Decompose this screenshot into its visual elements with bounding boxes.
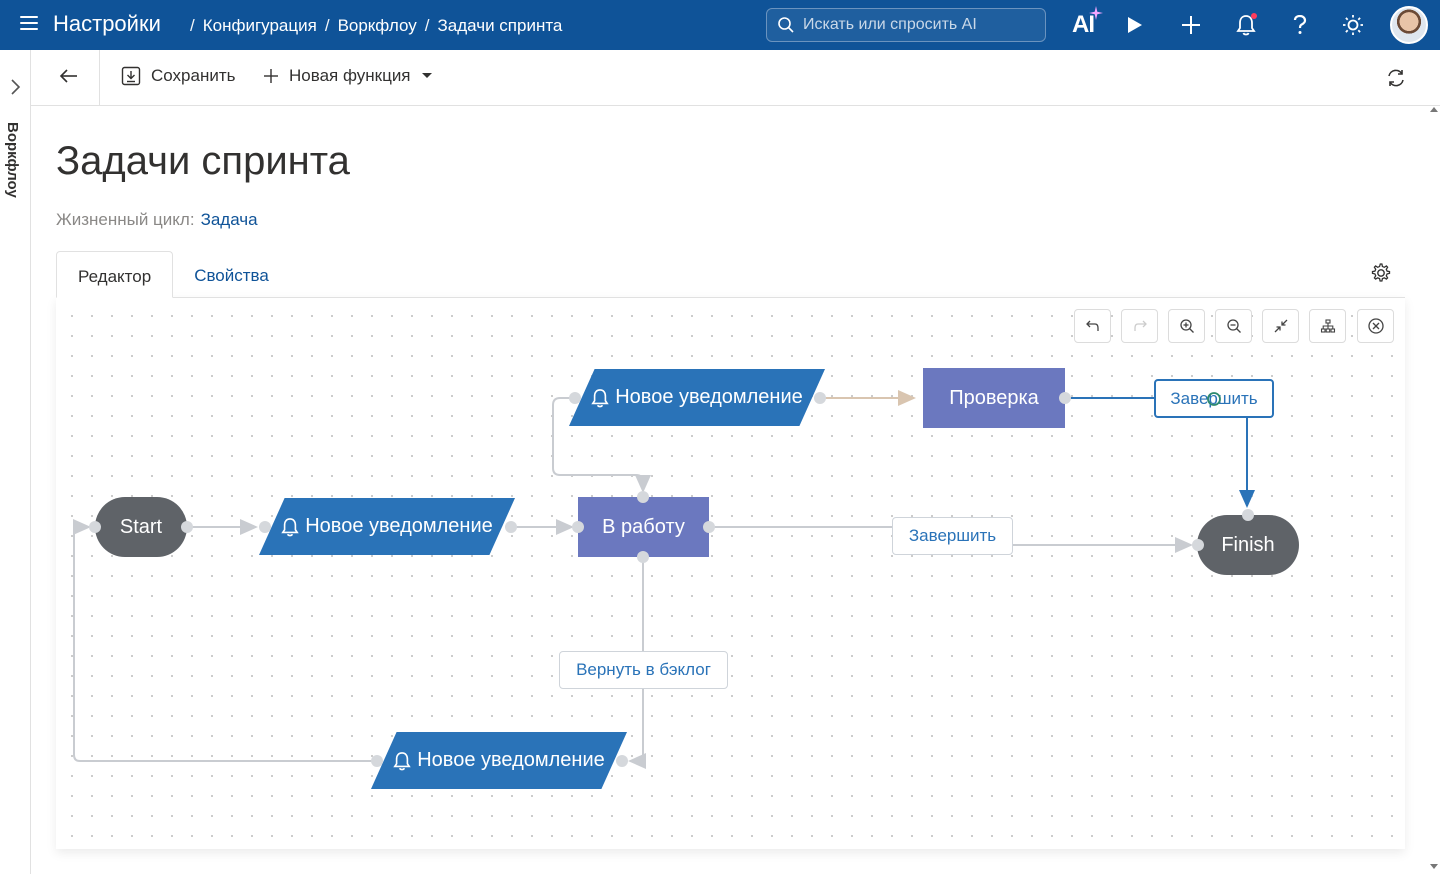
save-label: Сохранить — [151, 66, 236, 85]
notifications-button[interactable] — [1231, 10, 1261, 40]
command-bar: Сохранить Новая функция — [31, 50, 1440, 106]
connection-port[interactable] — [814, 392, 826, 404]
connection-port[interactable] — [569, 392, 581, 404]
cursor-icon — [1207, 392, 1221, 406]
node-label: Новое уведомление — [305, 515, 493, 537]
page-title: Задачи спринта — [56, 139, 350, 183]
start-node[interactable]: Start — [95, 497, 187, 557]
theme-toggle-button[interactable] — [1338, 10, 1368, 40]
ai-assistant-button[interactable]: AI — [1065, 6, 1103, 40]
connection-port[interactable] — [371, 755, 383, 767]
menu-icon[interactable] — [20, 16, 38, 34]
divider — [99, 50, 100, 105]
state-node-review[interactable]: Проверка — [923, 368, 1065, 428]
refresh-button[interactable] — [1386, 68, 1406, 93]
expand-sidebar-button[interactable] — [8, 78, 22, 101]
breadcrumb-separator: / — [190, 16, 195, 35]
notification-dot — [1251, 13, 1257, 19]
tab-bar: Редактор Свойства — [56, 251, 290, 298]
breadcrumb: / Конфигурация / Воркфлоу / Задачи сприн… — [190, 16, 562, 36]
help-button[interactable] — [1285, 10, 1315, 40]
save-icon — [121, 66, 141, 86]
connection-port[interactable] — [637, 551, 649, 563]
sidebar-label[interactable]: Воркфлоу — [4, 122, 21, 198]
refresh-icon — [1388, 69, 1404, 87]
connection-port[interactable] — [181, 521, 193, 533]
notification-node[interactable]: Новое уведомление — [569, 369, 825, 426]
run-button[interactable] — [1120, 10, 1150, 40]
lifecycle-label: Жизненный цикл: — [56, 210, 195, 229]
tab-properties[interactable]: Свойства — [173, 251, 290, 298]
connection-port[interactable] — [1242, 509, 1254, 521]
connection-port[interactable] — [637, 491, 649, 503]
notification-node[interactable]: Новое уведомление — [371, 732, 627, 789]
sun-icon — [1343, 15, 1363, 35]
workflow-canvas[interactable]: Start Новое уведомление Новое уведомлени… — [56, 297, 1405, 849]
top-header: Настройки / Конфигурация / Воркфлоу / За… — [0, 0, 1440, 50]
plus-icon — [1182, 16, 1200, 34]
node-label: В работу — [602, 515, 685, 538]
node-label: Finish — [1221, 533, 1275, 556]
transition-label-return-backlog[interactable]: Вернуть в бэклог — [559, 651, 728, 689]
search-icon — [778, 17, 794, 33]
new-function-button[interactable]: Новая функция — [263, 66, 433, 86]
transition-label-text: Завершить — [908, 526, 997, 545]
scroll-down-arrow[interactable] — [1430, 864, 1438, 869]
breadcrumb-separator: / — [324, 16, 330, 35]
bell-icon — [591, 388, 609, 407]
connection-port[interactable] — [259, 521, 271, 533]
app-title[interactable]: Настройки — [53, 11, 161, 37]
back-button[interactable] — [59, 66, 79, 91]
node-label: Start — [119, 515, 163, 538]
sparkle-icon — [1089, 6, 1103, 20]
connection-port[interactable] — [1192, 539, 1204, 551]
breadcrumb-item-workflow[interactable]: Воркфлоу — [338, 16, 417, 36]
editor-settings-button[interactable] — [1370, 262, 1392, 289]
bell-icon — [393, 751, 411, 770]
connection-port[interactable] — [572, 521, 584, 533]
breadcrumb-item-current: Задачи спринта — [437, 16, 563, 35]
scroll-up-arrow[interactable] — [1430, 107, 1438, 112]
connection-port[interactable] — [505, 521, 517, 533]
connector[interactable] — [628, 688, 646, 769]
breadcrumb-item-configuration[interactable]: Конфигурация — [203, 16, 317, 36]
left-sidebar-collapsed: Воркфлоу — [0, 50, 31, 874]
finish-node[interactable]: Finish — [1197, 515, 1299, 575]
connection-port[interactable] — [89, 521, 101, 533]
lifecycle-link[interactable]: Задача — [201, 210, 258, 229]
connection-port[interactable] — [616, 755, 628, 767]
bell-icon — [281, 517, 299, 536]
notification-node[interactable]: Новое уведомление — [259, 498, 515, 555]
connection-port[interactable] — [1059, 392, 1071, 404]
node-label: Новое уведомление — [417, 749, 605, 771]
new-function-label: Новая функция — [289, 66, 411, 85]
play-icon — [1128, 17, 1142, 33]
add-button[interactable] — [1176, 10, 1206, 40]
lifecycle-info: Жизненный цикл: Задача — [56, 210, 258, 230]
search-input[interactable] — [803, 16, 1033, 34]
search-box[interactable] — [766, 8, 1046, 42]
save-button[interactable]: Сохранить — [121, 66, 235, 86]
gear-icon — [1371, 263, 1391, 282]
transition-label-complete[interactable]: Завершить — [892, 517, 1013, 555]
node-label: Новое уведомление — [615, 386, 803, 408]
node-label: Проверка — [949, 386, 1039, 409]
breadcrumb-separator: / — [424, 16, 430, 35]
user-avatar[interactable] — [1390, 6, 1428, 44]
caret-down-icon — [421, 73, 432, 78]
connector[interactable] — [73, 519, 376, 762]
tab-editor[interactable]: Редактор — [56, 251, 174, 298]
help-icon — [1293, 15, 1307, 34]
chevron-right-icon — [11, 79, 21, 95]
state-node-in-work[interactable]: В работу — [578, 497, 709, 557]
transition-label-text: Вернуть в бэклог — [576, 660, 711, 679]
plus-icon — [264, 69, 278, 83]
arrow-left-icon — [59, 69, 77, 83]
connection-port[interactable] — [703, 521, 715, 533]
